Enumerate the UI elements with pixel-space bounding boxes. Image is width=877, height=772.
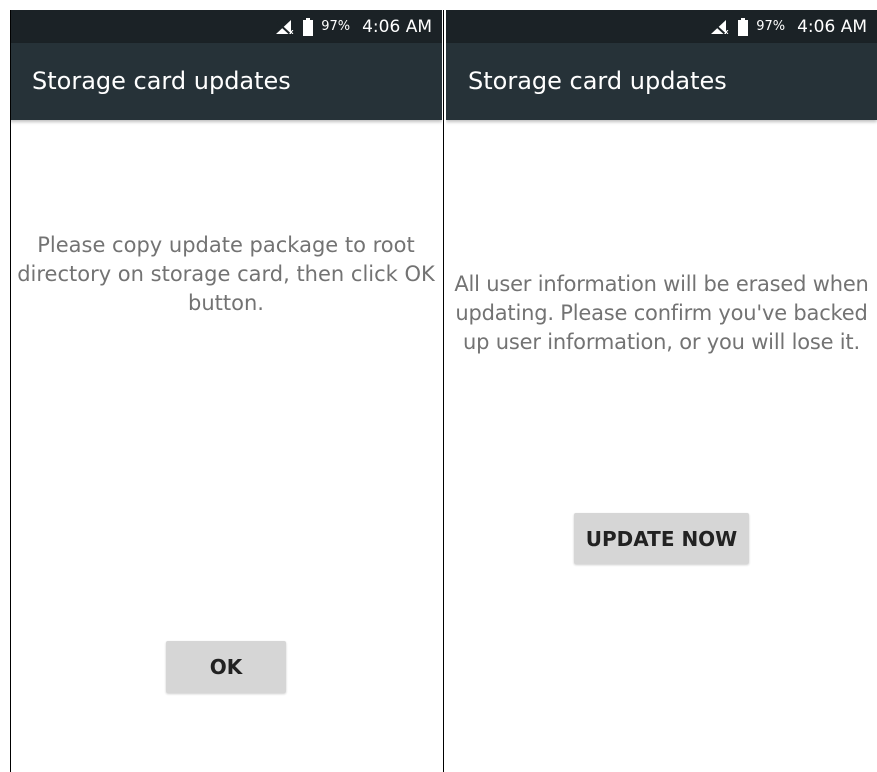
status-clock: 4:06 AM [362,16,432,37]
svg-text:x: x [724,28,729,35]
no-sim-icon: x [276,19,294,35]
battery-icon [303,17,314,36]
svg-text:x: x [289,28,294,35]
panel-divider [10,10,11,772]
status-icons: x 97% 4:06 AM [710,10,867,43]
no-sim-icon: x [711,19,729,35]
status-icons: x 97% 4:06 AM [275,10,432,43]
battery-percent: 97% [321,19,351,34]
app-title: Storage card updates [32,67,291,95]
battery-percent: 97% [756,19,786,34]
ok-button[interactable]: OK [166,641,286,693]
warning-message: All user information will be erased when… [454,272,869,354]
update-now-button[interactable]: UPDATE NOW [574,513,749,564]
status-bar: x 97% 4:06 AM [10,10,442,43]
screen-copy-package: x 97% 4:06 AM Storage card updates Pleas… [10,10,442,772]
panel-divider [443,10,444,772]
screen-confirm-update: x 97% 4:06 AM Storage card updates All u… [446,10,877,772]
battery-icon [738,17,749,36]
instruction-message: Please copy update package to root direc… [17,233,435,315]
app-bar: Storage card updates [10,43,442,120]
app-bar: Storage card updates [446,43,877,120]
app-title: Storage card updates [468,67,727,95]
status-bar: x 97% 4:06 AM [446,10,877,43]
status-clock: 4:06 AM [797,16,867,37]
